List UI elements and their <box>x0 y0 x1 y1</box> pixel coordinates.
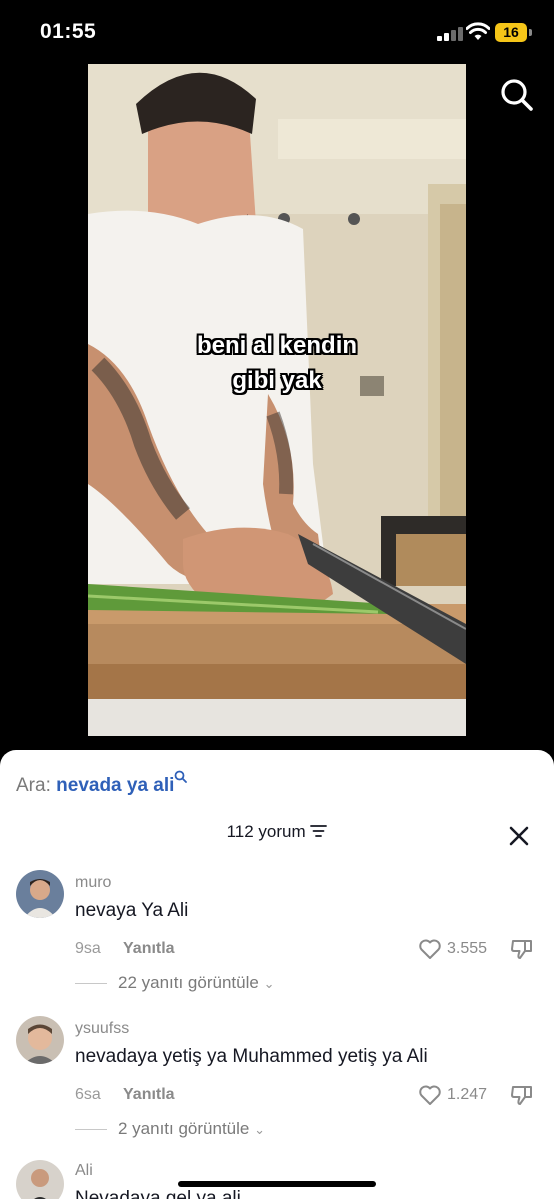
comment-search-suggestion[interactable]: Ara: nevada ya ali <box>16 770 188 797</box>
comment-text: Nevadaya gel ya ali <box>75 1188 241 1199</box>
view-replies-label: 2 yanıtı görüntüle <box>118 1119 250 1138</box>
status-bar: 01:55 16 <box>0 0 554 64</box>
status-time: 01:55 <box>40 20 97 43</box>
home-indicator[interactable] <box>178 1181 376 1187</box>
replies-divider <box>75 1129 107 1130</box>
wifi-icon <box>466 22 490 40</box>
view-replies-button[interactable]: 22 yanıtı görüntüle ⌄ <box>118 973 274 993</box>
heart-icon[interactable] <box>418 1084 442 1106</box>
comment-item: muro nevaya Ya Ali 9sa Yanıtla 3.555 22 … <box>0 870 554 1000</box>
comment-time: 6sa <box>75 1086 101 1103</box>
search-label: Ara: <box>16 775 51 796</box>
comments-sheet: Ara: nevada ya ali 112 yorum muro nevaya… <box>0 750 554 1199</box>
sort-filter-icon[interactable] <box>310 824 328 838</box>
view-replies-label: 22 yanıtı görüntüle <box>118 973 259 992</box>
replies-divider <box>75 983 107 984</box>
reply-button[interactable]: Yanıtla <box>123 1086 175 1104</box>
battery-icon: 16 <box>495 23 527 42</box>
avatar[interactable] <box>16 1160 64 1199</box>
comment-count-header[interactable]: 112 yorum <box>0 822 554 842</box>
video-player[interactable] <box>88 64 466 736</box>
avatar[interactable] <box>16 870 64 918</box>
chevron-down-icon: ⌄ <box>254 1122 266 1137</box>
video-frame <box>88 64 466 736</box>
search-query-link[interactable]: nevada ya ali <box>56 775 174 796</box>
like-count: 3.555 <box>447 940 488 957</box>
thumbs-down-icon[interactable] <box>510 1083 534 1107</box>
view-replies-button[interactable]: 2 yanıtı görüntüle ⌄ <box>118 1119 265 1139</box>
cellular-signal-icon <box>437 27 465 41</box>
comment-item: ysuufss nevadaya yetiş ya Muhammed yetiş… <box>0 1016 554 1146</box>
comment-text: nevadaya yetiş ya Muhammed yetiş ya Ali <box>75 1046 428 1067</box>
search-query-icon <box>175 770 188 783</box>
caption-line-2: gibi yak <box>232 367 322 394</box>
comment-username[interactable]: Ali <box>75 1162 93 1180</box>
search-icon[interactable] <box>498 76 536 114</box>
comment-time: 9sa <box>75 940 101 957</box>
comment-item: Ali Nevadaya gel ya ali <box>0 1160 554 1199</box>
battery-cap <box>529 29 532 36</box>
battery-level: 16 <box>503 24 519 40</box>
video-caption: beni al kendin gibi yak <box>0 328 554 398</box>
heart-icon[interactable] <box>418 938 442 960</box>
avatar[interactable] <box>16 1016 64 1064</box>
comment-text: nevaya Ya Ali <box>75 900 189 921</box>
comment-count: 112 yorum <box>226 822 306 841</box>
like-count: 1.247 <box>447 1086 488 1103</box>
close-icon[interactable] <box>505 822 533 850</box>
caption-line-1: beni al kendin <box>196 332 358 359</box>
thumbs-down-icon[interactable] <box>510 937 534 961</box>
comment-username[interactable]: muro <box>75 874 111 892</box>
comment-username[interactable]: ysuufss <box>75 1020 129 1038</box>
reply-button[interactable]: Yanıtla <box>123 940 175 958</box>
chevron-down-icon: ⌄ <box>263 976 275 991</box>
